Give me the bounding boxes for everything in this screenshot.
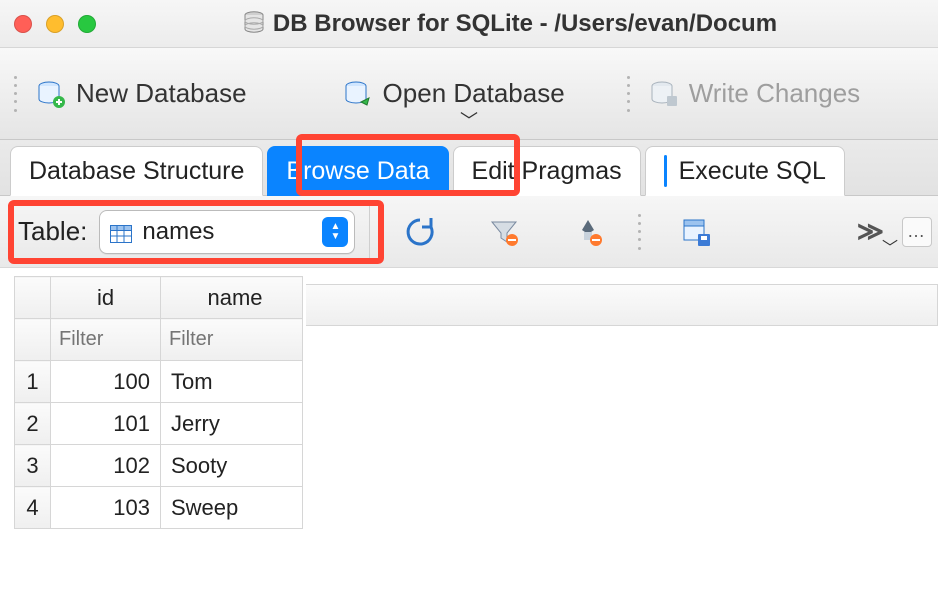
cell-id[interactable]: 102 [51, 445, 161, 487]
more-button[interactable]: … [902, 217, 932, 247]
refresh-button[interactable] [384, 214, 456, 250]
data-area: id name 1 100 Tom 2 101 Jerry 3 102 [0, 276, 938, 529]
write-changes-label: Write Changes [689, 78, 861, 109]
funnel-save-icon [570, 214, 606, 250]
tab-label: Browse Data [286, 157, 429, 186]
header-extend [306, 284, 938, 326]
cell-id[interactable]: 100 [51, 361, 161, 403]
row-number: 1 [15, 361, 51, 403]
toolbar-grip [638, 206, 646, 258]
clear-filters-button[interactable] [468, 214, 540, 250]
select-stepper-icon[interactable]: ▲▼ [322, 217, 348, 247]
col-header-id[interactable]: id [51, 277, 161, 319]
row-number: 3 [15, 445, 51, 487]
new-database-label: New Database [76, 78, 247, 109]
data-table: id name 1 100 Tom 2 101 Jerry 3 102 [14, 276, 303, 529]
tab-database-structure[interactable]: Database Structure [10, 146, 263, 196]
new-database-button[interactable]: New Database [28, 74, 255, 113]
filter-name-input[interactable] [161, 319, 302, 360]
new-database-icon [36, 80, 66, 108]
cell-name[interactable]: Sweep [161, 487, 303, 529]
refresh-icon [402, 214, 438, 250]
expand-icon[interactable]: ≫ [857, 216, 878, 247]
open-database-icon [343, 80, 373, 108]
print-button[interactable] [660, 214, 732, 250]
cell-id[interactable]: 101 [51, 403, 161, 445]
window-controls [14, 15, 96, 33]
write-changes-button[interactable]: Write Changes [641, 74, 869, 113]
table-row[interactable]: 2 101 Jerry [15, 403, 303, 445]
database-icon [243, 11, 265, 35]
table-row[interactable]: 4 103 Sweep [15, 487, 303, 529]
titlebar: DB Browser for SQLite - /Users/evan/Docu… [0, 0, 938, 48]
filter-id-input[interactable] [51, 319, 160, 360]
cell-name[interactable]: Jerry [161, 403, 303, 445]
table-select[interactable]: names ▲▼ [99, 210, 355, 254]
cell-name[interactable]: Sooty [161, 445, 303, 487]
corner-cell [15, 319, 51, 361]
export-icon [678, 214, 714, 250]
minimize-window-button[interactable] [46, 15, 64, 33]
col-header-name[interactable]: name [161, 277, 303, 319]
table-grid-icon [110, 223, 132, 241]
tab-label: Execute SQL [679, 157, 826, 186]
tab-edit-pragmas[interactable]: Edit Pragmas [453, 146, 641, 196]
funnel-clear-icon [486, 214, 522, 250]
corner-cell [15, 277, 51, 319]
zoom-window-button[interactable] [78, 15, 96, 33]
row-number: 2 [15, 403, 51, 445]
toolbar-overflow-chevron-icon[interactable]: ﹀ [460, 107, 478, 133]
toolbar-grip [14, 68, 22, 120]
table-row[interactable]: 3 102 Sooty [15, 445, 303, 487]
save-filter-button[interactable] [552, 214, 624, 250]
cell-name[interactable]: Tom [161, 361, 303, 403]
tab-bar: Database Structure Browse Data Edit Prag… [0, 140, 938, 196]
chevron-down-icon[interactable]: ﹀ [882, 234, 898, 258]
cell-id[interactable]: 103 [51, 487, 161, 529]
open-database-button[interactable]: Open Database [335, 74, 573, 113]
tab-label: Database Structure [29, 157, 244, 186]
window-title: DB Browser for SQLite - /Users/evan/Docu… [96, 10, 924, 38]
write-changes-icon [649, 80, 679, 108]
row-number: 4 [15, 487, 51, 529]
toolbar-grip [627, 68, 635, 120]
tab-browse-data[interactable]: Browse Data [267, 146, 448, 196]
selected-table-name: names [142, 218, 322, 246]
open-database-label: Open Database [383, 78, 565, 109]
main-toolbar: New Database Open Database ﹀ Write Chang… [0, 48, 938, 140]
cursor-icon [664, 155, 667, 187]
tab-label: Edit Pragmas [472, 157, 622, 186]
close-window-button[interactable] [14, 15, 32, 33]
table-label: Table: [18, 216, 87, 247]
tab-execute-sql[interactable]: Execute SQL [645, 146, 845, 196]
table-row[interactable]: 1 100 Tom [15, 361, 303, 403]
browse-toolbar: Table: names ▲▼ ≫ ﹀ … [0, 196, 938, 268]
